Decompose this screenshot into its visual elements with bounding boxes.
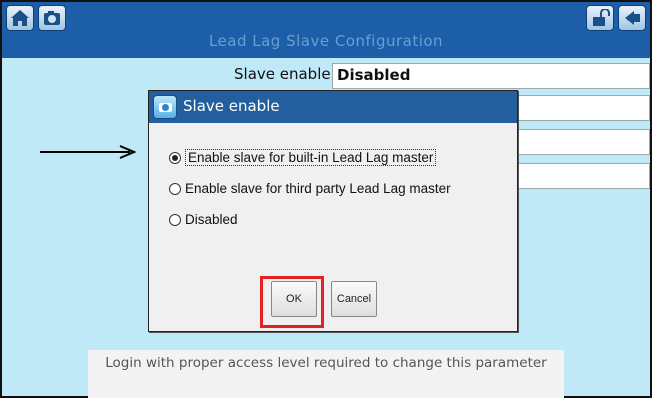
- dialog-app-icon: [153, 95, 177, 119]
- radio-label: Enable slave for third party Lead Lag ma…: [185, 181, 451, 196]
- slave-enable-dialog: Slave enable Enable slave for built-in L…: [148, 90, 518, 332]
- unlock-button[interactable]: [586, 5, 614, 31]
- back-button[interactable]: [618, 5, 646, 31]
- radio-builtin-master[interactable]: Enable slave for built-in Lead Lag maste…: [169, 149, 437, 166]
- radio-disabled[interactable]: Disabled: [169, 212, 238, 227]
- radio-third-party-master[interactable]: Enable slave for third party Lead Lag ma…: [169, 181, 451, 196]
- radio-label: Disabled: [185, 212, 238, 227]
- home-icon: [11, 10, 29, 26]
- parameter-field[interactable]: [516, 163, 650, 189]
- cancel-button[interactable]: Cancel: [331, 281, 377, 317]
- dialog-title: Slave enable: [183, 97, 280, 115]
- pointer-arrow-icon: [40, 145, 136, 159]
- radio-unselected-icon: [169, 213, 181, 226]
- camera-icon: [44, 11, 60, 25]
- parameter-field[interactable]: [516, 129, 650, 155]
- app-window: Lead Lag Slave Configuration Slave enabl…: [0, 0, 652, 398]
- radio-unselected-icon: [169, 182, 181, 195]
- access-level-note: Login with proper access level required …: [88, 350, 564, 398]
- ok-button-highlight: [260, 276, 324, 328]
- slave-enable-label: Slave enable: [234, 65, 331, 83]
- back-arrow-icon: [625, 11, 640, 25]
- home-button[interactable]: [6, 5, 34, 31]
- slave-enable-field[interactable]: Disabled: [332, 63, 650, 89]
- dialog-title-bar: Slave enable: [149, 91, 517, 123]
- parameter-field[interactable]: [516, 95, 650, 121]
- screenshot-button[interactable]: [38, 5, 66, 31]
- page-title: Lead Lag Slave Configuration: [208, 32, 444, 50]
- title-bar: Lead Lag Slave Configuration: [2, 2, 650, 58]
- radio-selected-icon: [169, 151, 181, 164]
- unlock-icon: [593, 9, 610, 26]
- radio-label: Enable slave for built-in Lead Lag maste…: [185, 149, 437, 166]
